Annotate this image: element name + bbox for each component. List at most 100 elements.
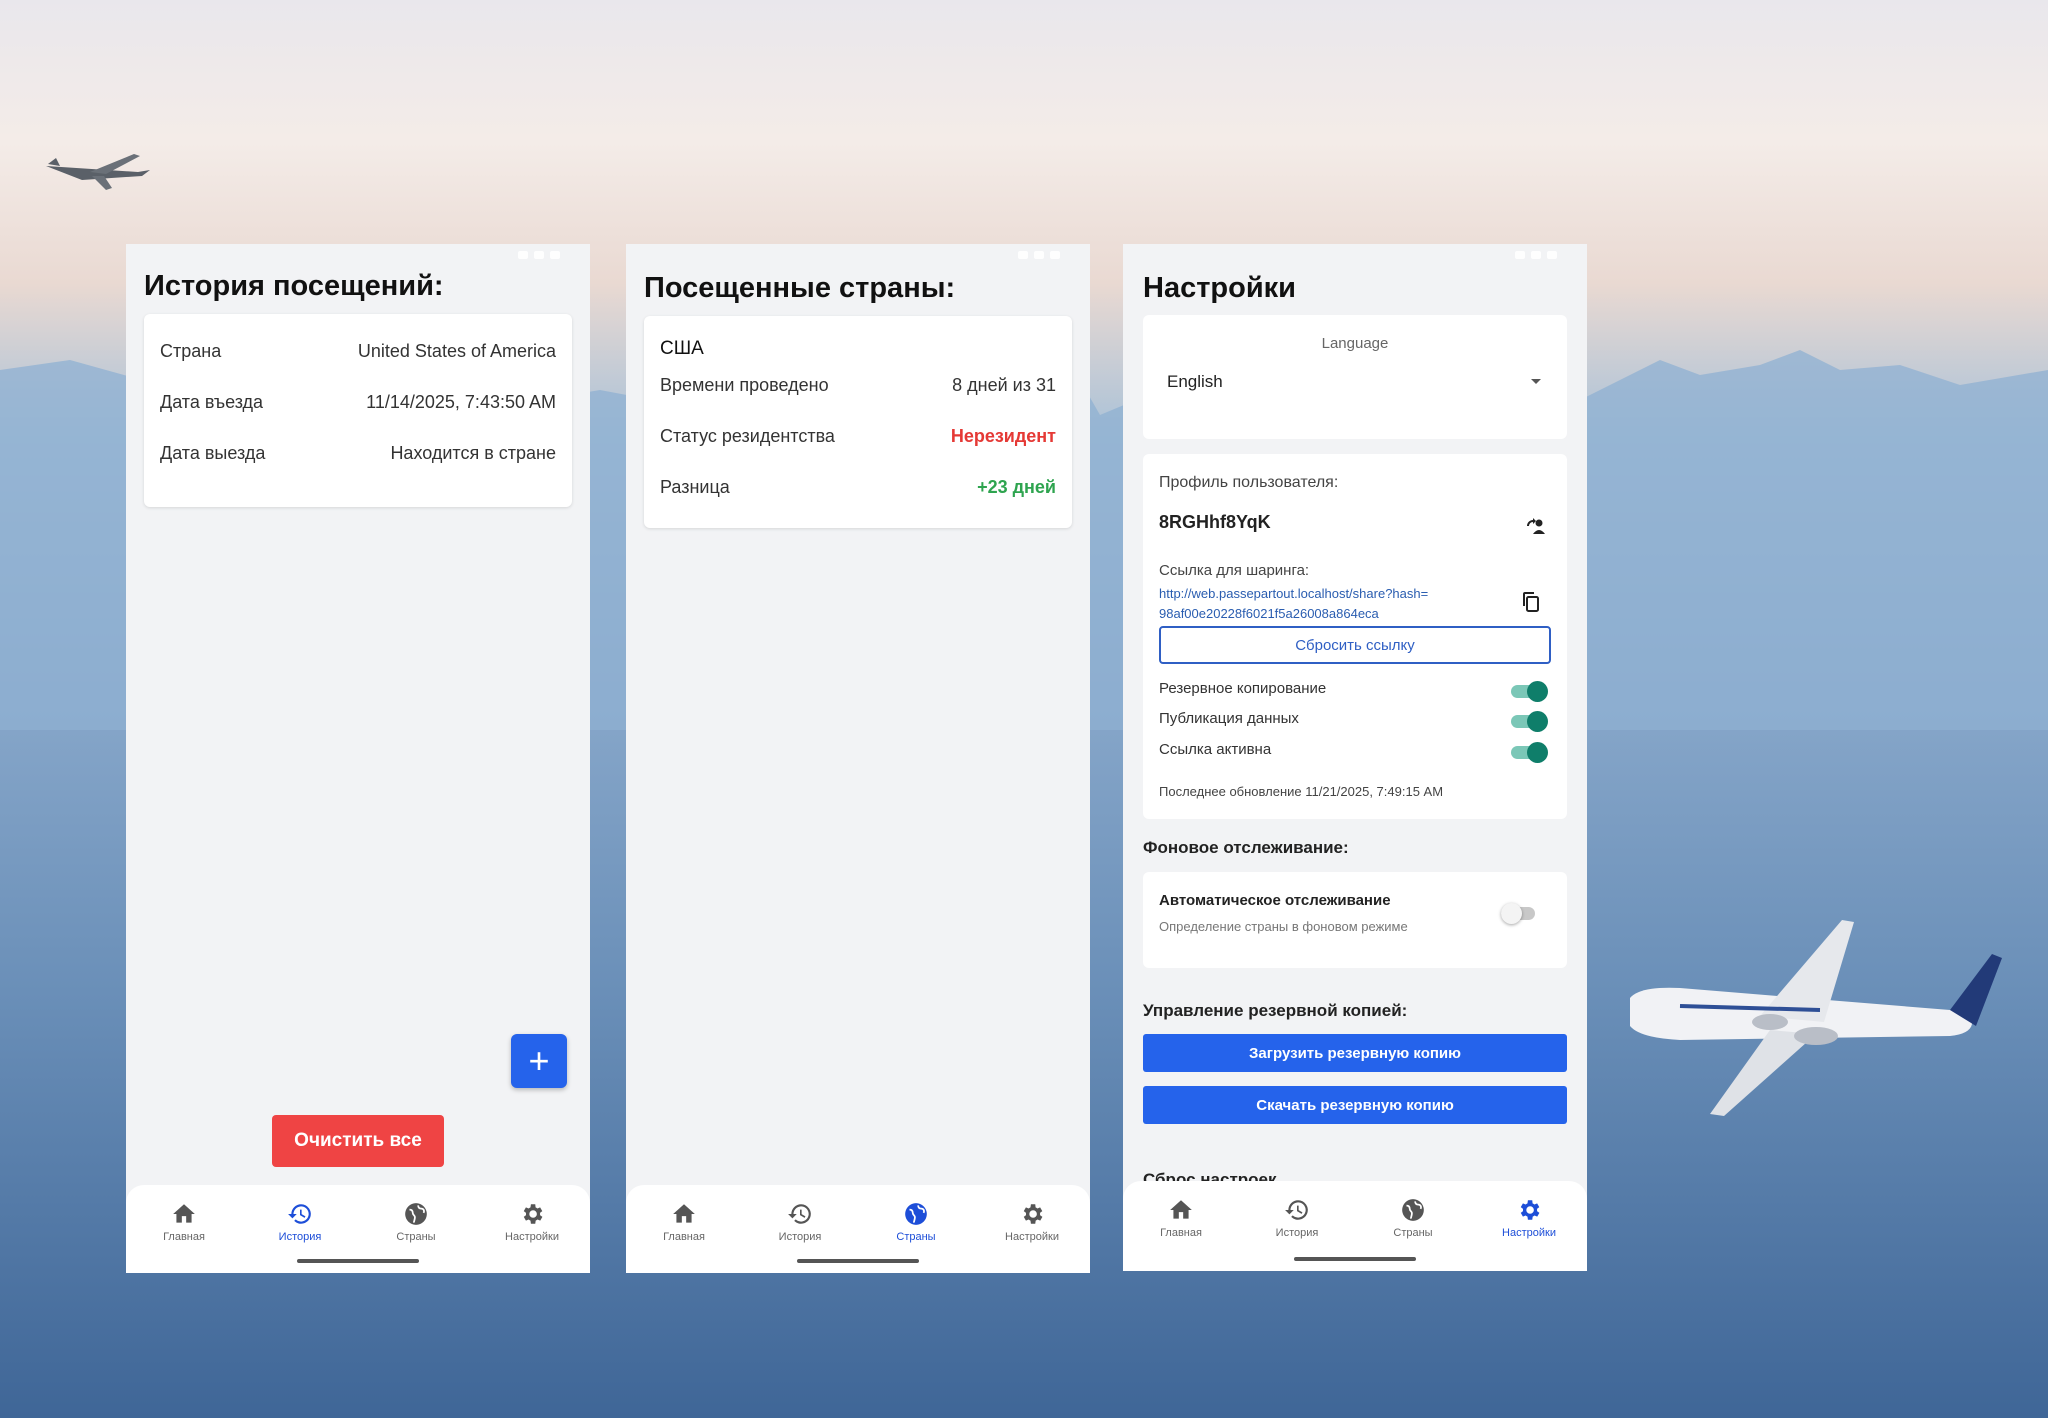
page-title: Посещенные страны: <box>644 272 956 304</box>
profile-id: 8RGHhf8YqK <box>1159 512 1271 532</box>
language-card: Language English <box>1143 315 1567 439</box>
auto-tracking-card: Автоматическое отслеживание Определение … <box>1143 872 1567 968</box>
visit-card[interactable]: Страна United States of America Дата въе… <box>144 314 572 507</box>
add-visit-button[interactable]: + <box>511 1034 567 1088</box>
row-label: Времени проведено <box>660 375 829 395</box>
globe-icon <box>905 1203 927 1225</box>
entry-date-row: Дата въезда 11/14/2025, 7:43:50 AM <box>144 377 572 428</box>
plane-small-image <box>46 154 150 190</box>
status-bar <box>126 244 590 266</box>
history-icon <box>788 1204 811 1224</box>
swap-account-icon[interactable] <box>1525 516 1547 536</box>
nav-home[interactable]: Главная <box>1123 1181 1239 1271</box>
phone-settings-screen: Настройки Language English Профиль польз… <box>1123 244 1587 1271</box>
nav-label: Страны <box>896 1231 936 1243</box>
publish-toggle-row: Публикация данных <box>1159 710 1551 734</box>
share-link-line: 98af00e20228f6021f5a26008a864eca <box>1159 606 1379 621</box>
home-icon <box>1170 1200 1192 1219</box>
home-indicator <box>797 1259 919 1263</box>
nav-label: История <box>778 1231 822 1243</box>
phone-countries-screen: Посещенные страны: США Времени проведено… <box>626 244 1090 1273</box>
history-icon <box>288 1204 311 1224</box>
row-value: 8 дней из 31 <box>952 375 1056 395</box>
language-select[interactable]: English <box>1167 372 1543 392</box>
caret-down-icon <box>1531 379 1541 384</box>
nav-label: История <box>278 1231 322 1243</box>
link-active-toggle[interactable] <box>1511 742 1548 763</box>
download-backup-button[interactable]: Скачать резервную копию <box>1143 1086 1567 1124</box>
gear-icon <box>1023 1204 1043 1224</box>
auto-tracking-label: Автоматическое отслеживание <box>1159 892 1391 909</box>
nav-label: История <box>1275 1227 1319 1239</box>
toggle-label: Публикация данных <box>1159 710 1299 727</box>
nav-settings[interactable]: Настройки <box>974 1185 1090 1273</box>
nav-label: Страны <box>1393 1227 1433 1239</box>
bottom-nav: Главная История Страны Настройки <box>626 1185 1090 1273</box>
language-value: English <box>1167 372 1223 391</box>
auto-tracking-toggle[interactable] <box>1501 903 1537 924</box>
reset-link-button[interactable]: Сбросить ссылку <box>1159 626 1551 664</box>
difference-row: Разница +23 дней <box>644 462 1072 513</box>
bottom-nav: Главная История Страны Настройки <box>1123 1181 1587 1271</box>
publish-toggle[interactable] <box>1511 711 1548 732</box>
copy-icon[interactable] <box>1521 591 1541 613</box>
row-label: Страна <box>160 341 222 361</box>
country-card[interactable]: США Времени проведено 8 дней из 31 Стату… <box>644 316 1072 528</box>
nav-label: Главная <box>1160 1227 1202 1239</box>
nav-label: Настройки <box>1502 1227 1556 1239</box>
globe-icon <box>1402 1199 1424 1221</box>
row-label: Дата выезда <box>160 443 266 463</box>
row-label: Статус резидентства <box>660 426 835 446</box>
nav-home[interactable]: Главная <box>626 1185 742 1273</box>
bottom-nav: Главная История Страны Настройки <box>126 1185 590 1273</box>
share-link-label: Ссылка для шаринга: <box>1159 562 1310 579</box>
exit-date-row: Дата выезда Находится в стране <box>144 428 572 479</box>
airplane-image <box>1630 920 2002 1116</box>
toggle-label: Ссылка активна <box>1159 741 1272 758</box>
nav-settings[interactable]: Настройки <box>474 1185 590 1273</box>
row-value: +23 дней <box>977 477 1056 497</box>
nav-label: Главная <box>663 1231 705 1243</box>
share-link[interactable]: http://web.passepartout.localhost/share?… <box>1159 584 1428 624</box>
share-link-line: http://web.passepartout.localhost/share?… <box>1159 586 1429 601</box>
row-value: United States of America <box>357 341 556 361</box>
auto-tracking-description: Определение страны в фоновом режиме <box>1159 919 1408 934</box>
globe-icon <box>405 1203 427 1225</box>
nav-settings[interactable]: Настройки <box>1471 1181 1587 1271</box>
profile-label: Профиль пользователя: <box>1159 474 1339 491</box>
home-indicator <box>297 1259 419 1263</box>
page-title: Настройки <box>1143 272 1297 304</box>
country-name: США <box>660 338 704 359</box>
row-value: Находится в стране <box>390 443 556 463</box>
background-tracking-title: Фоновое отслеживание: <box>1143 838 1349 857</box>
gear-icon <box>1520 1200 1540 1220</box>
residency-status-row: Статус резидентства Нерезидент <box>644 411 1072 462</box>
gear-icon <box>523 1204 543 1224</box>
time-spent-row: Времени проведено 8 дней из 31 <box>644 360 1072 411</box>
nav-home[interactable]: Главная <box>126 1185 242 1273</box>
status-bar <box>1123 244 1587 266</box>
language-label: Language <box>1321 335 1389 352</box>
history-icon <box>1285 1200 1308 1220</box>
nav-label: Главная <box>163 1231 205 1243</box>
nav-label: Страны <box>396 1231 436 1243</box>
link-active-toggle-row: Ссылка активна <box>1159 741 1551 765</box>
backup-management-title: Управление резервной копией: <box>1143 1001 1408 1020</box>
status-bar <box>626 244 1090 266</box>
phone-history-screen: История посещений: Страна United States … <box>126 244 590 1273</box>
clear-all-button[interactable]: Очистить все <box>272 1115 444 1167</box>
row-label: Дата въезда <box>160 392 264 412</box>
row-label: Разница <box>660 477 730 497</box>
page-title: История посещений: <box>144 270 444 302</box>
home-icon <box>673 1204 695 1223</box>
upload-backup-button[interactable]: Загрузить резервную копию <box>1143 1034 1567 1072</box>
toggle-label: Резервное копирование <box>1159 680 1327 697</box>
profile-card: Профиль пользователя: 8RGHhf8YqK Ссылка … <box>1143 454 1567 819</box>
nav-label: Настройки <box>505 1231 559 1243</box>
backup-toggle-row: Резервное копирование <box>1159 680 1551 704</box>
last-update-text: Последнее обновление 11/21/2025, 7:49:15… <box>1159 784 1444 799</box>
nav-label: Настройки <box>1005 1231 1059 1243</box>
backup-toggle[interactable] <box>1511 681 1548 702</box>
status-badge: Нерезидент <box>950 426 1056 446</box>
country-row: Страна United States of America <box>144 326 572 377</box>
